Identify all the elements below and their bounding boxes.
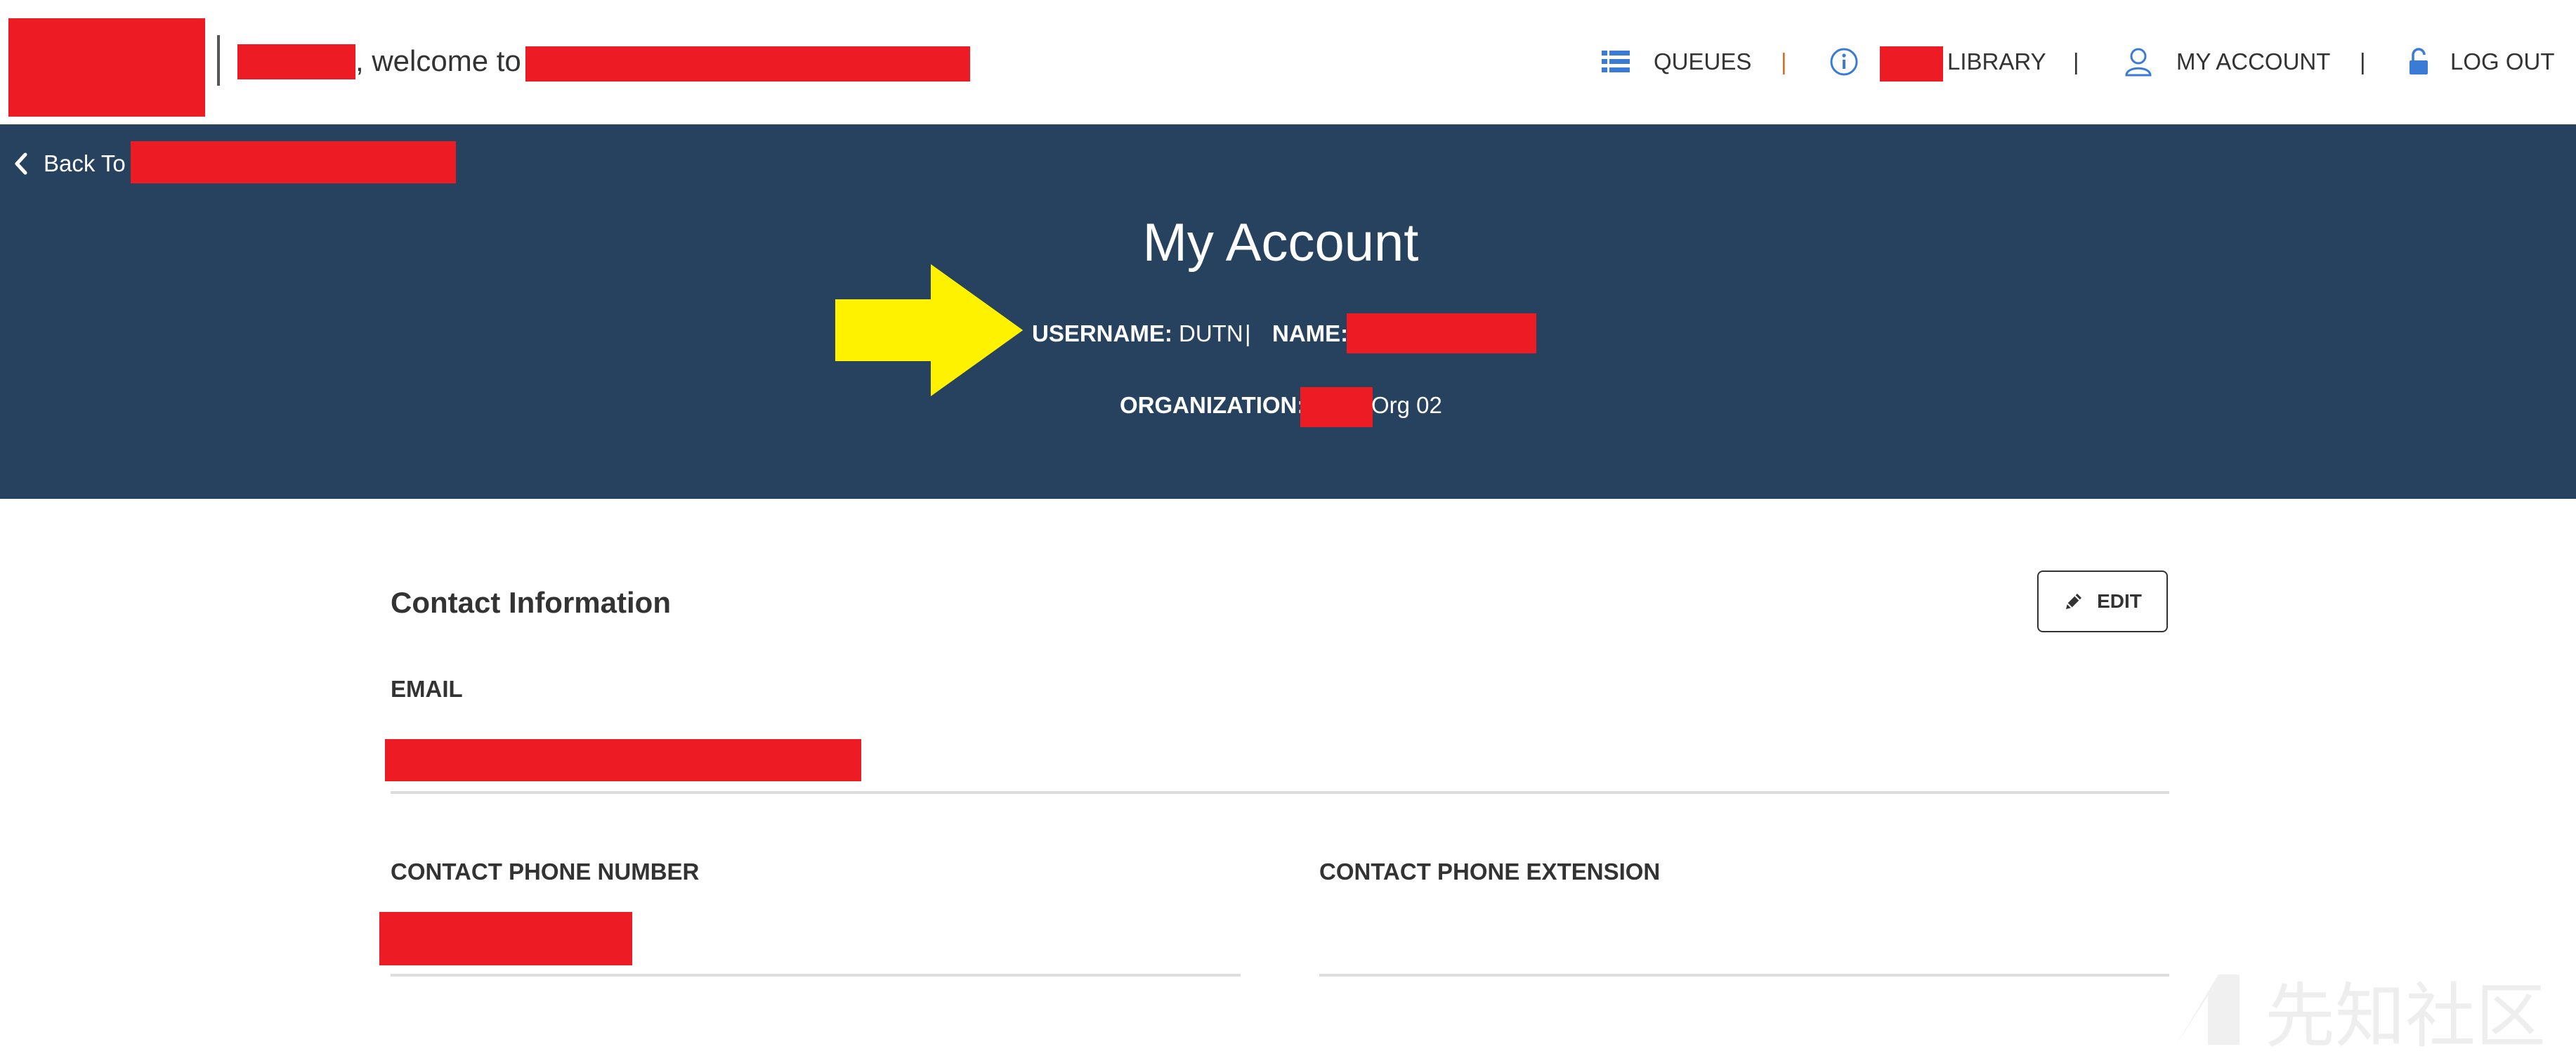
extension-label: CONTACT PHONE EXTENSION xyxy=(1319,859,1661,885)
page-title: My Account xyxy=(1142,213,1419,273)
nav-queues-label: QUEUES xyxy=(1654,48,1752,74)
logo-divider xyxy=(217,35,220,86)
redacted-back-target xyxy=(131,141,456,183)
email-label: EMAIL xyxy=(391,676,463,702)
nav-separator: | xyxy=(2360,48,2366,74)
nav-queues[interactable]: QUEUES xyxy=(1602,42,1751,81)
nav-log-out[interactable]: LOG OUT xyxy=(2408,42,2574,81)
unlock-icon xyxy=(2408,42,2429,81)
organization-value: Org 02 xyxy=(1371,392,1442,418)
redacted-name-value xyxy=(1347,313,1536,353)
welcome-text: , welcome to xyxy=(355,44,521,77)
phone-label: CONTACT PHONE NUMBER xyxy=(391,859,700,885)
redacted-user-name xyxy=(237,44,355,79)
redacted-email-value xyxy=(385,739,861,781)
nav-log-out-label: LOG OUT xyxy=(2450,48,2555,74)
nav-my-account-label: MY ACCOUNT xyxy=(2176,48,2331,74)
chevron-left-icon xyxy=(14,152,28,175)
redacted-app-name xyxy=(525,46,970,81)
back-link[interactable]: Back To xyxy=(14,144,126,183)
nav-separator: | xyxy=(1781,48,1787,74)
username-label: USERNAME: xyxy=(1032,320,1172,346)
nav-my-account[interactable]: MY ACCOUNT xyxy=(2124,42,2349,81)
top-header: , welcome to QUEUES | LIBRARY | MY ACCOU… xyxy=(0,0,2576,124)
extension-field[interactable] xyxy=(1319,913,2169,977)
user-icon xyxy=(2124,42,2152,81)
page: , welcome to QUEUES | LIBRARY | MY ACCOU… xyxy=(0,0,2576,1063)
watermark-text: 先知社区 xyxy=(2265,974,2546,1057)
app-logo[interactable] xyxy=(8,18,205,117)
username-row: USERNAME: DUTN xyxy=(1032,316,1243,351)
back-link-label: Back To xyxy=(44,150,126,176)
nav-separator: | xyxy=(2073,48,2079,74)
highlight-arrow xyxy=(834,261,1026,399)
redacted-library-prefix xyxy=(1880,46,1943,81)
username-value: DUTN xyxy=(1179,320,1243,346)
nav-library-label: LIBRARY xyxy=(1947,48,2046,74)
watermark-logo-icon xyxy=(2176,974,2240,1045)
list-icon xyxy=(1602,42,1630,81)
info-separator: | xyxy=(1245,320,1251,346)
contact-section-title: Contact Information xyxy=(391,586,671,619)
edit-button-label: EDIT xyxy=(2097,590,2142,612)
watermark: 先知社区 xyxy=(2169,964,2546,1057)
organization-label: ORGANIZATION: xyxy=(1120,392,1305,418)
edit-button[interactable]: EDIT xyxy=(2037,570,2168,632)
redacted-phone-value xyxy=(379,912,632,965)
info-icon xyxy=(1829,42,1859,81)
redacted-organization-prefix xyxy=(1300,387,1373,427)
name-label: NAME: xyxy=(1272,320,1349,346)
pencil-icon xyxy=(2063,591,2084,612)
